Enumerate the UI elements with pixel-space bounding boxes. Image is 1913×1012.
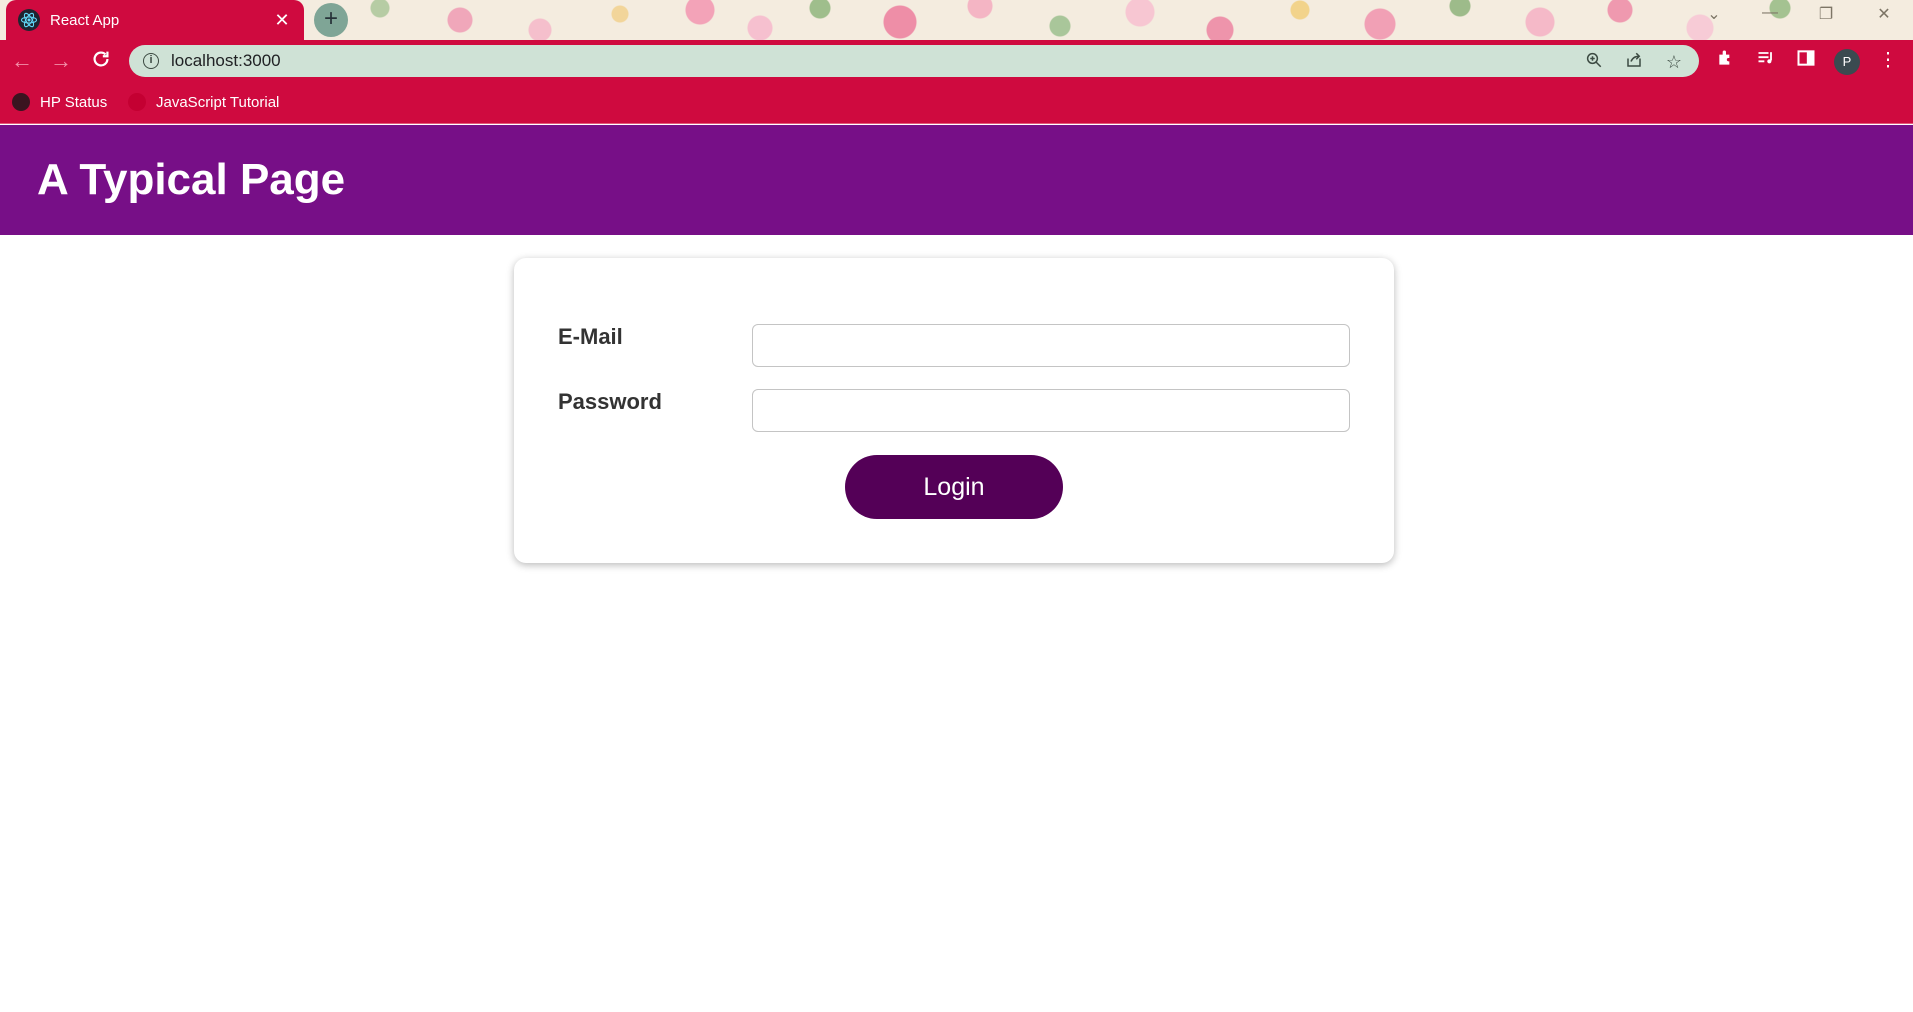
bookmarks-bar: HP Status JavaScript Tutorial bbox=[0, 82, 1913, 124]
close-window-icon[interactable]: ✕ bbox=[1864, 4, 1904, 24]
email-label: E-Mail bbox=[558, 324, 623, 349]
tab-strip: React App ✕ + ⌄ — ❐ ✕ bbox=[0, 0, 1913, 40]
puzzle-icon[interactable] bbox=[1713, 48, 1739, 74]
bookmark-label: JavaScript Tutorial bbox=[156, 93, 280, 111]
site-info-icon[interactable]: i bbox=[143, 53, 159, 69]
zoom-icon[interactable] bbox=[1583, 51, 1605, 73]
share-icon[interactable] bbox=[1623, 51, 1645, 73]
login-button[interactable]: Login bbox=[845, 455, 1063, 519]
bookmark-hp-status[interactable]: HP Status bbox=[12, 93, 107, 111]
address-bar[interactable]: i localhost:3000 ☆ bbox=[129, 45, 1699, 77]
globe-icon bbox=[12, 93, 30, 111]
tab-search-icon[interactable]: ⌄ bbox=[1694, 4, 1734, 24]
forward-icon[interactable]: → bbox=[48, 48, 74, 74]
reload-icon[interactable] bbox=[88, 48, 114, 74]
back-icon[interactable]: ← bbox=[9, 48, 35, 74]
login-card: E-Mail Password Login bbox=[514, 258, 1394, 563]
page-header: A Typical Page bbox=[0, 125, 1913, 235]
react-logo-icon bbox=[18, 9, 40, 31]
media-queue-icon[interactable] bbox=[1753, 48, 1779, 74]
profile-avatar[interactable]: P bbox=[1834, 49, 1860, 75]
tab-title: React App bbox=[50, 11, 120, 29]
minimize-icon[interactable]: — bbox=[1750, 4, 1790, 22]
browser-toolbar: ← → i localhost:3000 ☆ P ⋮ bbox=[0, 40, 1913, 82]
new-tab-button[interactable]: + bbox=[314, 3, 348, 37]
side-panel-icon[interactable] bbox=[1793, 48, 1819, 74]
browser-tab[interactable]: React App ✕ bbox=[6, 0, 304, 40]
email-field[interactable] bbox=[752, 324, 1350, 367]
password-row: Password bbox=[558, 389, 1350, 433]
url-text[interactable]: localhost:3000 bbox=[171, 51, 281, 71]
bookmark-javascript-tutorial[interactable]: JavaScript Tutorial bbox=[128, 93, 279, 111]
restore-icon[interactable]: ❐ bbox=[1806, 4, 1846, 24]
close-tab-icon[interactable]: ✕ bbox=[272, 10, 292, 31]
bookmark-favicon-icon bbox=[128, 93, 146, 111]
star-icon[interactable]: ☆ bbox=[1663, 51, 1685, 73]
bookmark-label: HP Status bbox=[40, 93, 108, 111]
password-label: Password bbox=[558, 389, 662, 414]
email-row: E-Mail bbox=[558, 324, 1350, 368]
page-title: A Typical Page bbox=[37, 155, 346, 204]
kebab-menu-icon[interactable]: ⋮ bbox=[1875, 48, 1901, 74]
password-field[interactable] bbox=[752, 389, 1350, 432]
